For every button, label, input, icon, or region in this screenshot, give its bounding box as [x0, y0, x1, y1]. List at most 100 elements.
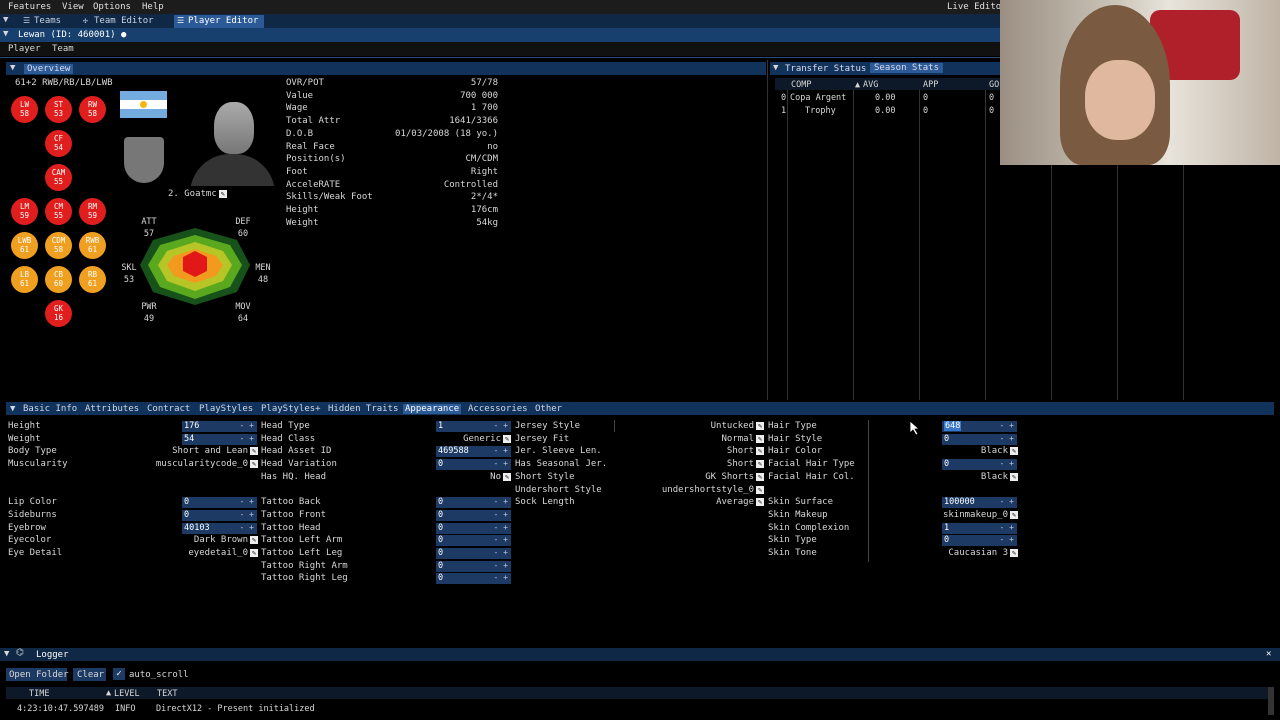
- has-seasonal-jer-combo[interactable]: Short ✎: [727, 459, 764, 469]
- clear-button[interactable]: Clear: [73, 668, 106, 681]
- stepper-buttons[interactable]: - +: [494, 421, 508, 430]
- skin-complexion-stepper[interactable]: 1 - +: [942, 522, 1017, 534]
- tattoo-left-arm-stepper[interactable]: 0 - +: [436, 535, 511, 547]
- weight-value[interactable]: 54: [184, 434, 194, 444]
- head-asset-id-stepper[interactable]: 469588 - +: [436, 446, 511, 458]
- tab-transfer-status[interactable]: Transfer Status: [785, 64, 866, 74]
- height-stepper[interactable]: 176 - +: [182, 421, 257, 432]
- eye-detail-combo[interactable]: eyedetail_0 ✎: [188, 548, 258, 558]
- head-class-combo[interactable]: Generic ✎: [463, 434, 511, 444]
- collapse-arrow-icon[interactable]: ▼: [3, 29, 8, 39]
- tattoo-back-value[interactable]: 0: [438, 497, 443, 507]
- hair-style-value[interactable]: 0: [944, 434, 949, 444]
- open-folder-button[interactable]: Open Folder: [6, 668, 69, 681]
- edit-icon[interactable]: ✎: [1010, 510, 1018, 519]
- tattoo-left-leg-value[interactable]: 0: [438, 548, 443, 558]
- head-variation-stepper[interactable]: 0 - +: [436, 459, 511, 471]
- tab-playstyles-plus[interactable]: PlayStyles+: [261, 404, 321, 414]
- menu-help[interactable]: Help: [142, 2, 164, 12]
- stepper-buttons[interactable]: - +: [240, 421, 254, 430]
- edit-icon[interactable]: ✎: [756, 460, 764, 469]
- head-type-value[interactable]: 1: [438, 421, 443, 431]
- tab-season-stats[interactable]: Season Stats: [870, 63, 944, 73]
- jersey-fit-combo[interactable]: Normal ✎: [721, 434, 764, 444]
- eyebrow-value[interactable]: 40103: [184, 523, 210, 533]
- lip-color-stepper[interactable]: 0 - +: [182, 497, 257, 509]
- edit-icon[interactable]: ✎: [1010, 549, 1018, 557]
- height-value[interactable]: 176: [184, 421, 199, 431]
- stepper-buttons[interactable]: - +: [240, 497, 254, 506]
- tattoo-right-leg-stepper[interactable]: 0 - +: [436, 573, 511, 585]
- edit-icon[interactable]: ✎: [1010, 472, 1018, 481]
- tattoo-right-arm-stepper[interactable]: 0 - +: [436, 560, 511, 572]
- has-hq-head-combo[interactable]: No ✎: [490, 472, 511, 482]
- tab-accessories[interactable]: Accessories: [468, 404, 528, 414]
- edit-icon[interactable]: ✎: [756, 447, 764, 456]
- scrollbar[interactable]: [1268, 687, 1274, 715]
- stepper-buttons[interactable]: - +: [1000, 434, 1014, 443]
- edit-icon[interactable]: ✎: [218, 190, 227, 198]
- hair-type-value[interactable]: 648: [944, 421, 962, 431]
- stepper-buttons[interactable]: - +: [494, 573, 508, 582]
- col-avg[interactable]: AVG: [863, 80, 878, 90]
- stepper-buttons[interactable]: - +: [494, 497, 508, 506]
- lip-color-value[interactable]: 0: [184, 497, 189, 507]
- sideburns-stepper[interactable]: 0 - +: [182, 509, 257, 521]
- menu-options[interactable]: Options: [93, 2, 131, 12]
- eyecolor-combo[interactable]: Dark Brown ✎: [194, 535, 258, 545]
- undershort-style-combo[interactable]: undershortstyle_0 ✎: [662, 485, 764, 495]
- edit-icon[interactable]: ✎: [250, 460, 258, 469]
- head-type-stepper[interactable]: 1 - +: [436, 421, 511, 432]
- stepper-buttons[interactable]: - +: [1000, 535, 1014, 544]
- muscularity-combo[interactable]: muscularitycode_0 ✎: [156, 459, 258, 469]
- skin-type-stepper[interactable]: 0 - +: [942, 535, 1017, 547]
- hair-style-stepper[interactable]: 0 - +: [942, 433, 1017, 445]
- collapse-arrow-icon[interactable]: ▼: [773, 63, 778, 73]
- tab-contract[interactable]: Contract: [147, 404, 190, 414]
- stepper-buttons[interactable]: - +: [240, 523, 254, 532]
- jersey-style-combo[interactable]: Untucked ✎: [711, 421, 764, 431]
- stepper-buttons[interactable]: - +: [494, 561, 508, 570]
- tattoo-left-leg-stepper[interactable]: 0 - +: [436, 548, 511, 559]
- tattoo-head-stepper[interactable]: 0 - +: [436, 522, 511, 534]
- edit-icon[interactable]: ✎: [250, 447, 258, 456]
- menu-features[interactable]: Features: [8, 2, 51, 12]
- tab-team[interactable]: Team: [52, 44, 74, 54]
- stepper-buttons[interactable]: - +: [494, 523, 508, 532]
- tab-hidden-traits[interactable]: Hidden Traits: [328, 404, 398, 414]
- skin-tone-combo[interactable]: Caucasian 3 ✎: [948, 548, 1018, 558]
- stepper-buttons[interactable]: - +: [1000, 523, 1014, 532]
- tab-team-editor[interactable]: ✣ Team Editor: [80, 15, 160, 28]
- skin-complexion-value[interactable]: 1: [944, 523, 949, 533]
- edit-icon[interactable]: ✎: [250, 536, 258, 545]
- short-style-combo[interactable]: GK Shorts ✎: [705, 472, 764, 482]
- tab-attributes[interactable]: Attributes: [85, 404, 139, 414]
- table-row[interactable]: 0 Copa Argent 0.00 0 0: [775, 92, 1000, 104]
- edit-icon[interactable]: ✎: [756, 472, 764, 481]
- body-type-combo[interactable]: Short and Lean ✎: [172, 446, 258, 456]
- tattoo-left-arm-value[interactable]: 0: [438, 535, 443, 545]
- head-variation-value[interactable]: 0: [438, 459, 443, 469]
- edit-icon[interactable]: ✎: [756, 434, 764, 443]
- col-app[interactable]: APP: [923, 80, 938, 90]
- stepper-buttons[interactable]: - +: [1000, 459, 1014, 468]
- skin-makeup-combo[interactable]: skinmakeup_0 ✎: [943, 510, 1018, 520]
- skin-surface-value[interactable]: 100000: [944, 497, 975, 507]
- tab-basic-info[interactable]: Basic Info: [23, 404, 77, 414]
- menu-view[interactable]: View: [62, 2, 84, 12]
- col-go[interactable]: GO: [989, 80, 999, 90]
- col-text[interactable]: TEXT: [157, 689, 177, 699]
- tab-playstyles[interactable]: PlayStyles: [199, 404, 253, 414]
- eyebrow-stepper[interactable]: 40103 - +: [182, 522, 257, 534]
- col-time[interactable]: TIME: [29, 689, 49, 699]
- edit-icon[interactable]: ✎: [503, 434, 511, 443]
- collapse-arrow-icon[interactable]: ▼: [10, 63, 15, 73]
- overview-header[interactable]: ▼ Overview: [6, 62, 766, 75]
- facial-hair-type-value[interactable]: 0: [944, 459, 949, 469]
- col-level[interactable]: LEVEL: [114, 689, 140, 699]
- collapse-arrow-icon[interactable]: ▼: [4, 649, 9, 659]
- tattoo-front-stepper[interactable]: 0 - +: [436, 509, 511, 521]
- tattoo-front-value[interactable]: 0: [438, 510, 443, 520]
- tab-player-editor[interactable]: ☰ Player Editor: [174, 15, 265, 28]
- stepper-buttons[interactable]: - +: [494, 535, 508, 544]
